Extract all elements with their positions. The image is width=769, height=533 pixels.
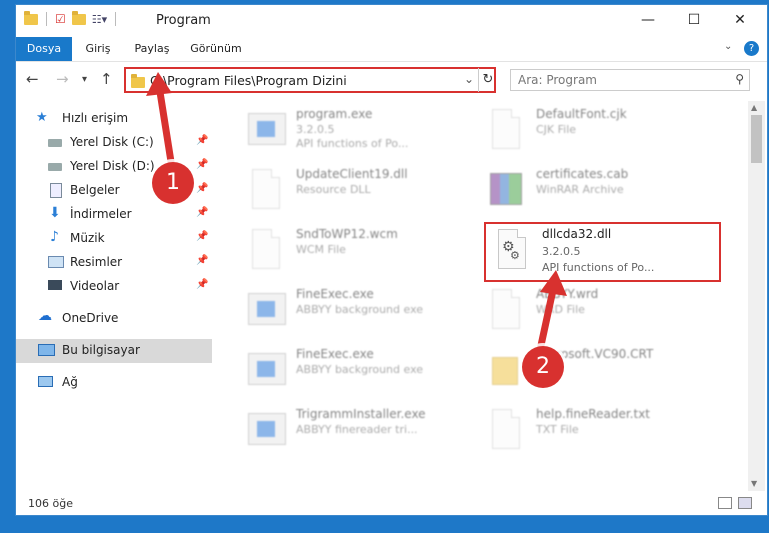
arrow-to-address-bar (156, 91, 176, 169)
arrow-to-file (536, 289, 557, 351)
annotation-arrows (146, 72, 567, 351)
step-2-badge: 2 (522, 346, 564, 388)
arrow-head-up (146, 72, 172, 96)
step-1-badge: 1 (152, 162, 194, 204)
arrow-head-up (540, 270, 567, 296)
